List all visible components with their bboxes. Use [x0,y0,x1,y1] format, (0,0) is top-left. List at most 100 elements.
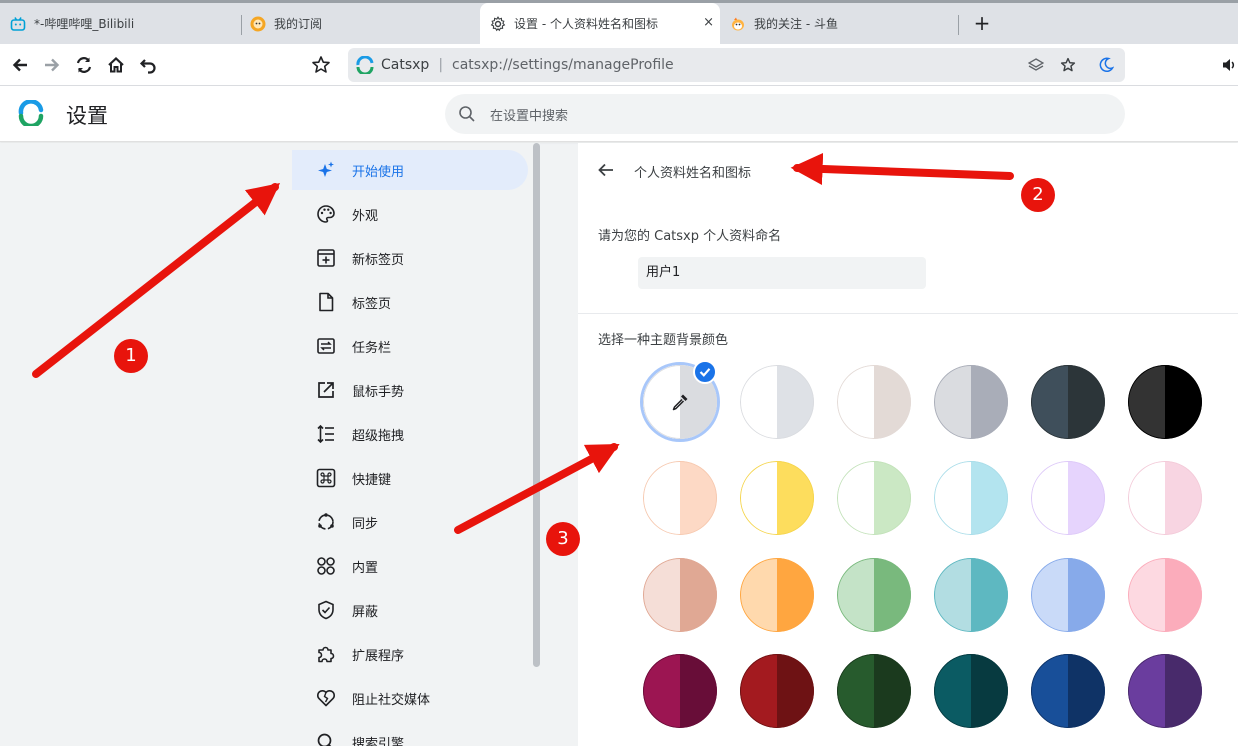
volume-button[interactable] [1218,53,1238,77]
bookmark-star-button[interactable] [309,53,333,77]
tab-bilibili[interactable]: *-哔哩哔哩_Bilibili [0,3,240,44]
profile-name-input[interactable] [638,257,926,289]
color-swatch[interactable] [740,558,814,632]
sync-icon [316,512,336,532]
catsxp-logo-icon [356,56,374,74]
line-spacing-icon [316,424,336,444]
sidebar-item-tabs[interactable]: 标签页 [292,282,528,322]
external-link-icon [316,380,336,400]
annotation-badge-2: 2 [1021,178,1055,212]
heart-broken-icon [316,688,336,708]
settings-header: 设置 在设置中搜索 [0,86,1238,142]
color-swatch[interactable] [837,365,911,439]
sidebar-item-label: 内置 [352,560,379,576]
tab-subscriptions[interactable]: 我的订阅 [240,3,478,44]
close-tab-button[interactable]: × [703,15,714,30]
tab-settings[interactable]: 设置 - 个人资料姓名和图标 × [480,3,720,44]
forward-button[interactable] [40,53,64,77]
color-swatch[interactable] [934,365,1008,439]
shield-check-icon [316,600,336,620]
sidebar-item-label: 新标签页 [352,252,405,268]
tab-label: 我的订阅 [274,17,323,31]
theme-color-label: 选择一种主题背景颜色 [598,333,729,348]
sidebar-item-block[interactable]: 屏蔽 [292,590,528,630]
color-swatch[interactable] [643,654,717,728]
sidebar-item-label: 外观 [352,208,379,224]
color-swatch[interactable] [1128,461,1202,535]
speaker-icon [1223,59,1235,71]
undo-close-button[interactable] [136,53,160,77]
sidebar-item-label: 阻止社交媒体 [352,692,431,708]
color-swatch[interactable] [1128,365,1202,439]
sidebar-item-label: 同步 [352,516,379,532]
moon-icon[interactable] [1097,56,1115,74]
profile-name-label: 请为您的 Catsxp 个人资料命名 [598,229,782,244]
layers-icon[interactable] [1027,56,1045,74]
color-swatch[interactable] [837,654,911,728]
star-outline-icon [312,56,330,73]
color-swatch[interactable] [837,558,911,632]
color-swatch[interactable] [740,461,814,535]
back-arrow-icon[interactable] [596,160,616,180]
tab-strip: *-哔哩哔哩_Bilibili 我的订阅 设置 - 个人资料姓名和图标 × 我的… [0,0,1238,44]
color-swatch[interactable] [1031,654,1105,728]
star-outline-icon[interactable] [1059,56,1077,74]
sidebar-item-new-tab-page[interactable]: 新标签页 [292,238,528,278]
search-icon [316,732,336,746]
sidebar-item-built-in[interactable]: 内置 [292,546,528,586]
sidebar-item-shortcuts[interactable]: 快捷键 [292,458,528,498]
color-swatch[interactable] [740,654,814,728]
back-button[interactable] [8,53,32,77]
section-divider [578,313,1238,314]
palette-icon [316,204,336,224]
sidebar-scrollbar[interactable] [533,143,540,667]
sidebar-item-mouse-gestures[interactable]: 鼠标手势 [292,370,528,410]
color-swatch[interactable] [643,558,717,632]
gear-icon [490,15,506,32]
sidebar-item-get-started[interactable]: 开始使用 [292,150,528,190]
sidebar-item-extensions[interactable]: 扩展程序 [292,634,528,674]
apps-grid-icon [316,556,336,576]
sidebar-item-appearance[interactable]: 外观 [292,194,528,234]
color-swatch[interactable] [1031,365,1105,439]
sidebar-item-sync[interactable]: 同步 [292,502,528,542]
settings-search-input[interactable]: 在设置中搜索 [445,94,1125,134]
color-swatch[interactable] [934,654,1008,728]
search-placeholder: 在设置中搜索 [490,108,569,124]
settings-sidebar: 开始使用 外观 新标签页 标签页 任务栏 鼠标手势 超级拖拽 快捷键 同步 内置… [0,143,540,746]
browser-toolbar: Catsxp | catsxp://settings/manageProfile [0,44,1238,86]
sidebar-item-label: 快捷键 [352,472,392,488]
sidebar-item-label: 鼠标手势 [352,384,405,400]
annotation-badge-3: 3 [546,522,580,556]
color-swatch[interactable] [1031,558,1105,632]
color-swatch[interactable] [837,461,911,535]
sidebar-item-taskbar[interactable]: 任务栏 [292,326,528,366]
tab-douyu[interactable]: 我的关注 - 斗鱼 [720,3,958,44]
color-swatch[interactable] [934,461,1008,535]
sidebar-item-label: 超级拖拽 [352,428,405,444]
search-icon [459,106,475,122]
url-text[interactable]: catsxp://settings/manageProfile [452,57,674,73]
reload-button[interactable] [72,53,96,77]
home-button[interactable] [104,53,128,77]
sidebar-item-block-social-media[interactable]: 阻止社交媒体 [292,678,528,718]
color-swatch[interactable] [1128,558,1202,632]
arrow-right-icon [45,58,60,72]
sidebar-item-search-engine[interactable]: 搜索引擎 [292,722,528,746]
sidebar-item-super-drag[interactable]: 超级拖拽 [292,414,528,454]
eyedropper-icon [672,394,688,411]
address-bar[interactable]: Catsxp | catsxp://settings/manageProfile [348,48,1125,82]
sidebar-item-label: 搜索引擎 [352,736,405,746]
color-swatch[interactable] [934,558,1008,632]
checkmark-icon [693,360,717,384]
color-swatch[interactable] [740,365,814,439]
site-name: Catsxp [381,57,430,73]
subscription-avatar-icon [250,16,266,32]
color-swatch[interactable] [1031,461,1105,535]
bilibili-icon [10,16,26,32]
color-swatch[interactable] [1128,654,1202,728]
tab-label: 我的关注 - 斗鱼 [754,17,838,31]
color-swatch[interactable] [643,461,717,535]
new-tab-button[interactable]: + [970,11,994,35]
sidebar-item-label: 屏蔽 [352,604,379,620]
